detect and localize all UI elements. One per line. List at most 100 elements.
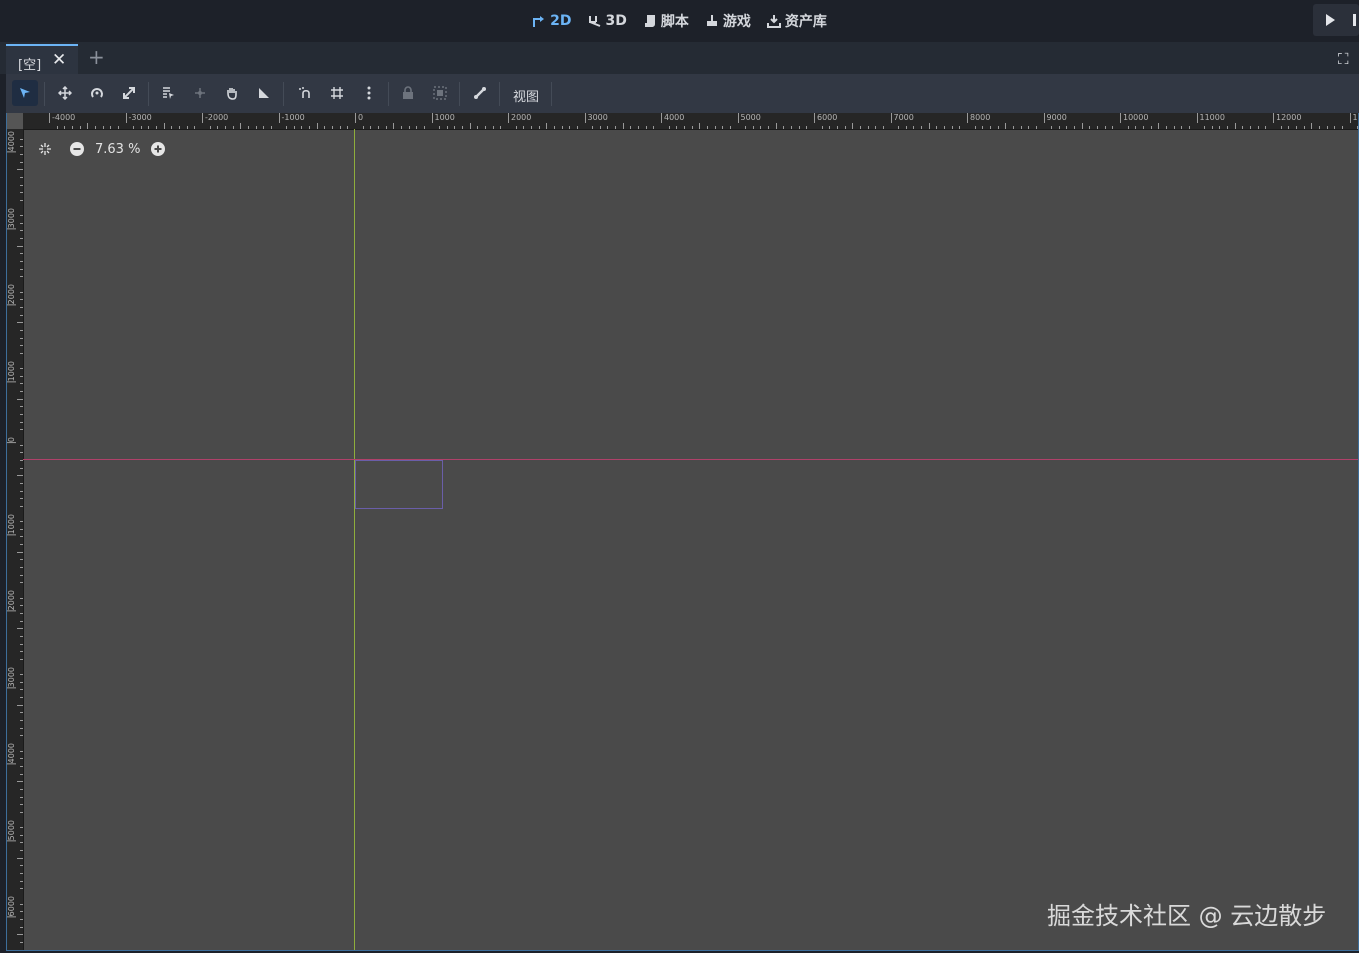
ruler-tick [20, 230, 23, 232]
move-mode-icon[interactable] [52, 80, 78, 106]
center-view-icon[interactable] [35, 139, 55, 159]
ruler-label: 0 [355, 113, 363, 123]
ruler-tick [20, 414, 23, 416]
ruler-tick [255, 126, 257, 129]
ruler-tick [20, 238, 23, 240]
scale-mode-icon[interactable] [116, 80, 142, 106]
ruler-tick [20, 490, 23, 492]
ruler-tick [1357, 126, 1358, 129]
ruler-tick [928, 123, 930, 129]
ruler-tick [638, 126, 640, 129]
ruler-tick [676, 126, 678, 129]
ruler-tick [538, 126, 540, 129]
rotate-mode-icon[interactable] [84, 80, 110, 106]
ruler-tick [316, 123, 318, 129]
ruler-tick [1341, 126, 1343, 129]
zoom-controls: 7.63 % [35, 139, 168, 159]
ruler-tick [20, 827, 23, 829]
ruler-label: 0 [7, 437, 16, 444]
skeleton-icon[interactable] [467, 80, 493, 106]
mode-3d-label: 3D [605, 13, 627, 29]
ruler-tick [20, 459, 23, 461]
lock-icon[interactable] [395, 80, 421, 106]
mode-script-button[interactable]: 脚本 [643, 11, 689, 31]
zoom-level[interactable]: 7.63 % [95, 142, 140, 157]
ruler-tick [17, 628, 23, 630]
ruler-tick [989, 126, 991, 129]
ruler-tick [232, 126, 234, 129]
ruler-tick [209, 126, 211, 129]
toolbar-separator [459, 82, 460, 106]
ruler-label: 1000 [431, 113, 455, 123]
pause-icon[interactable] [1353, 14, 1356, 26]
ruler-tick [286, 126, 288, 129]
ruler-label: 9000 [1043, 113, 1067, 123]
grid-snap-icon[interactable] [324, 80, 350, 106]
ruler-mode-icon[interactable] [251, 80, 277, 106]
mode-game-button[interactable]: 游戏 [705, 11, 751, 31]
ruler-tick [20, 620, 23, 622]
pan-mode-icon[interactable] [219, 80, 245, 106]
ruler-label: 10000 [1120, 113, 1148, 123]
ruler-tick [20, 352, 23, 354]
snap-options-icon[interactable] [356, 80, 382, 106]
mode-3d-button[interactable]: 3D [588, 13, 627, 29]
ruler-tick [783, 126, 785, 129]
view-menu-button[interactable]: 视图 [513, 86, 539, 105]
ruler-tick [20, 146, 23, 148]
ruler-tick [247, 126, 249, 129]
ruler-tick [1250, 126, 1252, 129]
select-mode-icon[interactable] [12, 80, 38, 106]
canvas-viewport[interactable]: -4000 -3000 -2000 -1000 0 1000 2000 3000 4000 500… [6, 113, 1359, 951]
ruler-tick [20, 773, 23, 775]
close-icon[interactable]: ✕ [52, 50, 66, 70]
ruler-tick [1311, 123, 1313, 129]
ruler-tick [668, 126, 670, 129]
ruler-tick [20, 811, 23, 813]
fullscreen-icon[interactable]: ⛶ [1338, 50, 1349, 68]
zoom-out-icon[interactable] [67, 139, 87, 159]
ruler-tick [1074, 126, 1076, 129]
ruler-tick [722, 126, 724, 129]
mode-asset-library-button[interactable]: 资产库 [766, 11, 827, 31]
ruler-tick [576, 126, 578, 129]
ruler-tick [20, 850, 23, 852]
ruler-tick [20, 788, 23, 790]
ruler-tick [17, 475, 23, 477]
ruler-tick [20, 138, 23, 140]
ruler-tick [1112, 126, 1114, 129]
vertical-ruler: 4000 3000 2000 1000 0 1000 2000 3000 4000 5000 600… [7, 129, 24, 950]
ruler-tick [1089, 126, 1091, 129]
ruler-tick [752, 126, 754, 129]
ruler-tick [829, 126, 831, 129]
zoom-in-icon[interactable] [148, 139, 168, 159]
ruler-tick [20, 796, 23, 798]
ruler-label: -4000 [49, 113, 75, 123]
pivot-mode-icon[interactable] [187, 80, 213, 106]
ruler-label: 4000 [7, 743, 16, 765]
ruler-label: 4000 [661, 113, 684, 123]
ruler-tick [1242, 126, 1244, 129]
ruler-tick [20, 345, 23, 347]
toolbar-separator [44, 82, 45, 106]
ruler-tick [561, 126, 563, 129]
ruler-tick [17, 551, 23, 553]
ruler-tick [439, 126, 441, 129]
list-select-icon[interactable] [155, 80, 181, 106]
ruler-corner [7, 113, 23, 129]
script-icon [643, 14, 657, 28]
ruler-tick [56, 126, 58, 129]
ruler-tick [20, 505, 23, 507]
ruler-tick [20, 597, 23, 599]
smart-snap-icon[interactable] [292, 80, 318, 106]
ruler-label: 13 [1349, 113, 1358, 123]
ruler-label: -3000 [125, 113, 152, 123]
group-icon[interactable] [427, 80, 453, 106]
add-tab-icon[interactable]: + [88, 45, 105, 69]
play-icon[interactable] [1326, 14, 1335, 26]
ruler-label: 3000 [7, 207, 16, 229]
ruler-tick [462, 126, 464, 129]
mode-2d-button[interactable]: 2D [532, 13, 572, 29]
ruler-tick [1257, 126, 1259, 129]
scene-tab[interactable]: [空] ✕ [6, 44, 78, 74]
